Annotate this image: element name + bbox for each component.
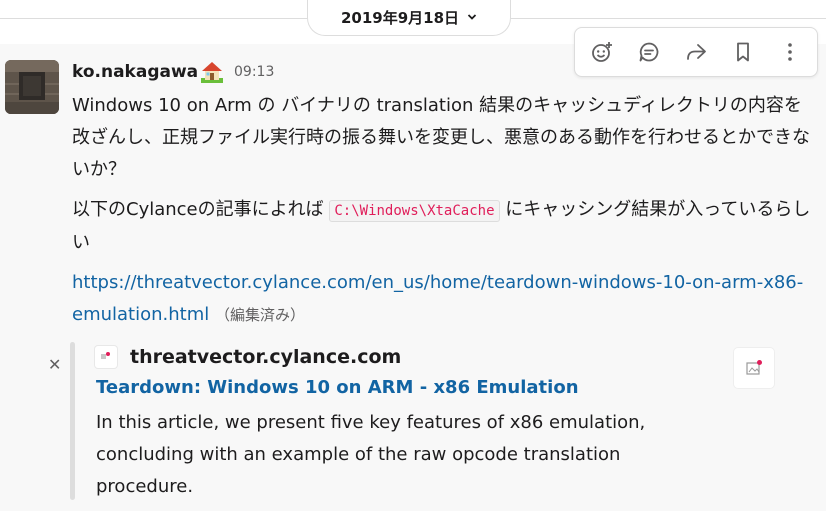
save-bookmark-button[interactable]	[725, 34, 761, 70]
message-paragraph-3: https://threatvector.cylance.com/en_us/h…	[72, 267, 812, 331]
more-actions-button[interactable]	[772, 34, 808, 70]
author-name[interactable]: ko.nakagawa	[72, 62, 198, 82]
share-icon	[687, 44, 706, 60]
paragraph-2-text-before: 以下のCylanceの記事によれば	[72, 199, 330, 220]
avatar[interactable]	[5, 60, 59, 114]
house-emoji-icon[interactable]	[199, 60, 225, 84]
image-placeholder-icon	[746, 360, 762, 375]
message-paragraph-1: Windows 10 on Arm の バイナリの translation 結果…	[72, 95, 810, 180]
unfurl-title-link[interactable]: Teardown: Windows 10 on ARM - x86 Emulat…	[96, 377, 579, 398]
chevron-down-icon	[467, 11, 477, 25]
date-divider-button[interactable]: 2019年9月18日	[307, 0, 511, 36]
article-link[interactable]: https://threatvector.cylance.com/en_us/h…	[72, 272, 803, 325]
message-actions-toolbar	[574, 27, 818, 77]
unfurl-description: In this article, we present five key fea…	[96, 412, 646, 497]
message-timestamp[interactable]: 09:13	[234, 64, 274, 80]
edited-label: （編集済み）	[214, 306, 305, 324]
message-body: Windows 10 on Arm の バイナリの translation 結果…	[72, 90, 812, 339]
add-reaction-button[interactable]	[584, 34, 620, 70]
reply-in-thread-button[interactable]	[631, 34, 667, 70]
remove-attachment-button[interactable]: ✕	[48, 355, 61, 374]
more-vertical-icon	[787, 43, 792, 61]
bookmark-icon	[736, 42, 749, 62]
message-paragraph-2: 以下のCylanceの記事によれば C:\Windows\XtaCache にキ…	[72, 194, 812, 259]
close-icon: ✕	[48, 355, 62, 374]
add-reaction-icon	[592, 42, 613, 62]
date-label: 2019年9月18日	[340, 9, 460, 27]
unfurl-accent-bar	[70, 342, 75, 500]
site-favicon-icon	[95, 346, 117, 368]
avatar-image	[5, 60, 59, 114]
reply-thread-icon	[639, 42, 659, 62]
unfurl-thumbnail[interactable]	[734, 348, 774, 388]
inline-code: C:\Windows\XtaCache	[329, 200, 500, 222]
unfurl-site-name: threatvector.cylance.com	[130, 346, 402, 368]
share-message-button[interactable]	[678, 34, 714, 70]
